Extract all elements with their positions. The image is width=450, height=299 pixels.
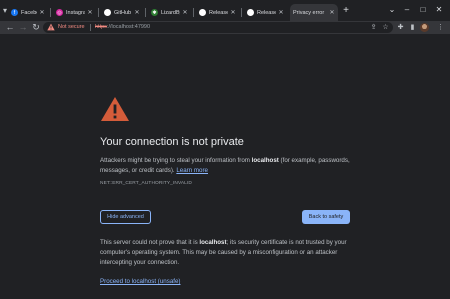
close-window-icon[interactable]: ✕ — [433, 4, 445, 16]
tab-close-icon[interactable]: ✕ — [39, 9, 45, 16]
error-code: NET::ERR_CERT_AUTHORITY_INVALID — [100, 181, 192, 186]
tab-separator — [145, 8, 146, 17]
tab-release-2[interactable]: Release ✕ — [244, 4, 287, 21]
description-text: Attackers might be trying to steal your … — [100, 157, 252, 164]
minimize-icon[interactable]: – — [401, 4, 413, 16]
tab-release-1[interactable]: Release ✕ — [196, 4, 239, 21]
details-text: This server could not prove that it is — [100, 239, 200, 246]
interstitial-page: Your connection is not private Attackers… — [0, 34, 450, 299]
avatar[interactable] — [420, 23, 429, 32]
back-arrow-icon[interactable]: ← — [4, 21, 16, 34]
page-title: Your connection is not private — [100, 136, 244, 148]
warning-icon — [101, 97, 129, 121]
tab-title: Release — [209, 9, 228, 16]
tab-close-icon[interactable]: ✕ — [278, 9, 284, 16]
share-icon[interactable]: ⇪ — [369, 23, 378, 32]
tab-separator — [241, 8, 242, 17]
tab-strip: ▾ f Facebook ✕ ◎ Instagram ✕ GitHub ✕ ✱ … — [0, 0, 450, 22]
hostname: localhost — [251, 157, 279, 164]
tab-title: GitHub — [114, 9, 132, 16]
tab-title: LizardByte — [161, 9, 180, 16]
browser-toolbar: ← → ↻ Not secure https://localhost:47990… — [0, 21, 450, 34]
warning-icon[interactable] — [47, 23, 55, 31]
tab-close-icon[interactable]: ✕ — [329, 9, 335, 16]
tab-title: Facebook — [21, 9, 37, 16]
tab-close-icon[interactable]: ✕ — [230, 9, 236, 16]
github-icon — [247, 9, 254, 16]
menu-kebab-icon[interactable]: ⋮ — [435, 22, 446, 33]
github-icon — [199, 9, 206, 16]
url-text[interactable]: https://localhost:47990 — [95, 23, 150, 32]
lizard-icon: ✱ — [151, 9, 158, 16]
back-to-safety-button[interactable]: Back to safety — [302, 210, 350, 224]
facebook-icon: f — [11, 9, 18, 16]
tab-privacy-error[interactable]: Privacy error ✕ — [290, 4, 338, 21]
github-icon — [104, 9, 111, 16]
tab-separator — [50, 8, 51, 17]
not-secure-label[interactable]: Not secure — [58, 23, 85, 32]
side-panel-icon[interactable]: ▮ — [407, 22, 418, 33]
url-host: ://localhost:47990 — [106, 24, 151, 30]
tab-close-icon[interactable]: ✕ — [87, 9, 93, 16]
tab-title: Release — [257, 9, 276, 16]
tab-github[interactable]: GitHub ✕ — [101, 4, 143, 21]
details-description: This server could not prove that it is l… — [100, 238, 355, 268]
tab-title: Privacy error — [293, 9, 325, 16]
extensions-icon[interactable]: ✚ — [395, 22, 406, 33]
maximize-icon[interactable]: □ — [417, 4, 429, 16]
address-bar[interactable]: Not secure https://localhost:47990 ⇪ ☆ — [43, 22, 393, 33]
bookmark-star-icon[interactable]: ☆ — [381, 23, 390, 32]
new-tab-plus-icon[interactable]: + — [341, 6, 351, 16]
tab-separator — [98, 8, 99, 17]
warning-description: Attackers might be trying to steal your … — [100, 156, 355, 176]
tab-close-icon[interactable]: ✕ — [134, 9, 140, 16]
divider — [90, 24, 91, 31]
tab-close-icon[interactable]: ✕ — [182, 9, 188, 16]
tab-search-icon[interactable]: ⌄ — [386, 4, 398, 16]
reload-icon[interactable]: ↻ — [30, 21, 42, 34]
proceed-unsafe-link[interactable]: Proceed to localhost (unsafe) — [100, 278, 180, 285]
tab-title: Instagram — [66, 9, 85, 16]
tab-instagram[interactable]: ◎ Instagram ✕ — [53, 4, 96, 21]
learn-more-link[interactable]: Learn more — [176, 167, 208, 174]
url-scheme: https — [95, 24, 107, 30]
tab-facebook[interactable]: f Facebook ✕ — [8, 4, 48, 21]
forward-arrow-icon[interactable]: → — [17, 21, 29, 34]
tab-separator — [193, 8, 194, 17]
instagram-icon: ◎ — [56, 9, 63, 16]
hide-advanced-button[interactable]: Hide advanced — [100, 210, 151, 224]
tab-lizardbyte[interactable]: ✱ LizardByte ✕ — [148, 4, 191, 21]
hostname: localhost — [199, 239, 227, 246]
